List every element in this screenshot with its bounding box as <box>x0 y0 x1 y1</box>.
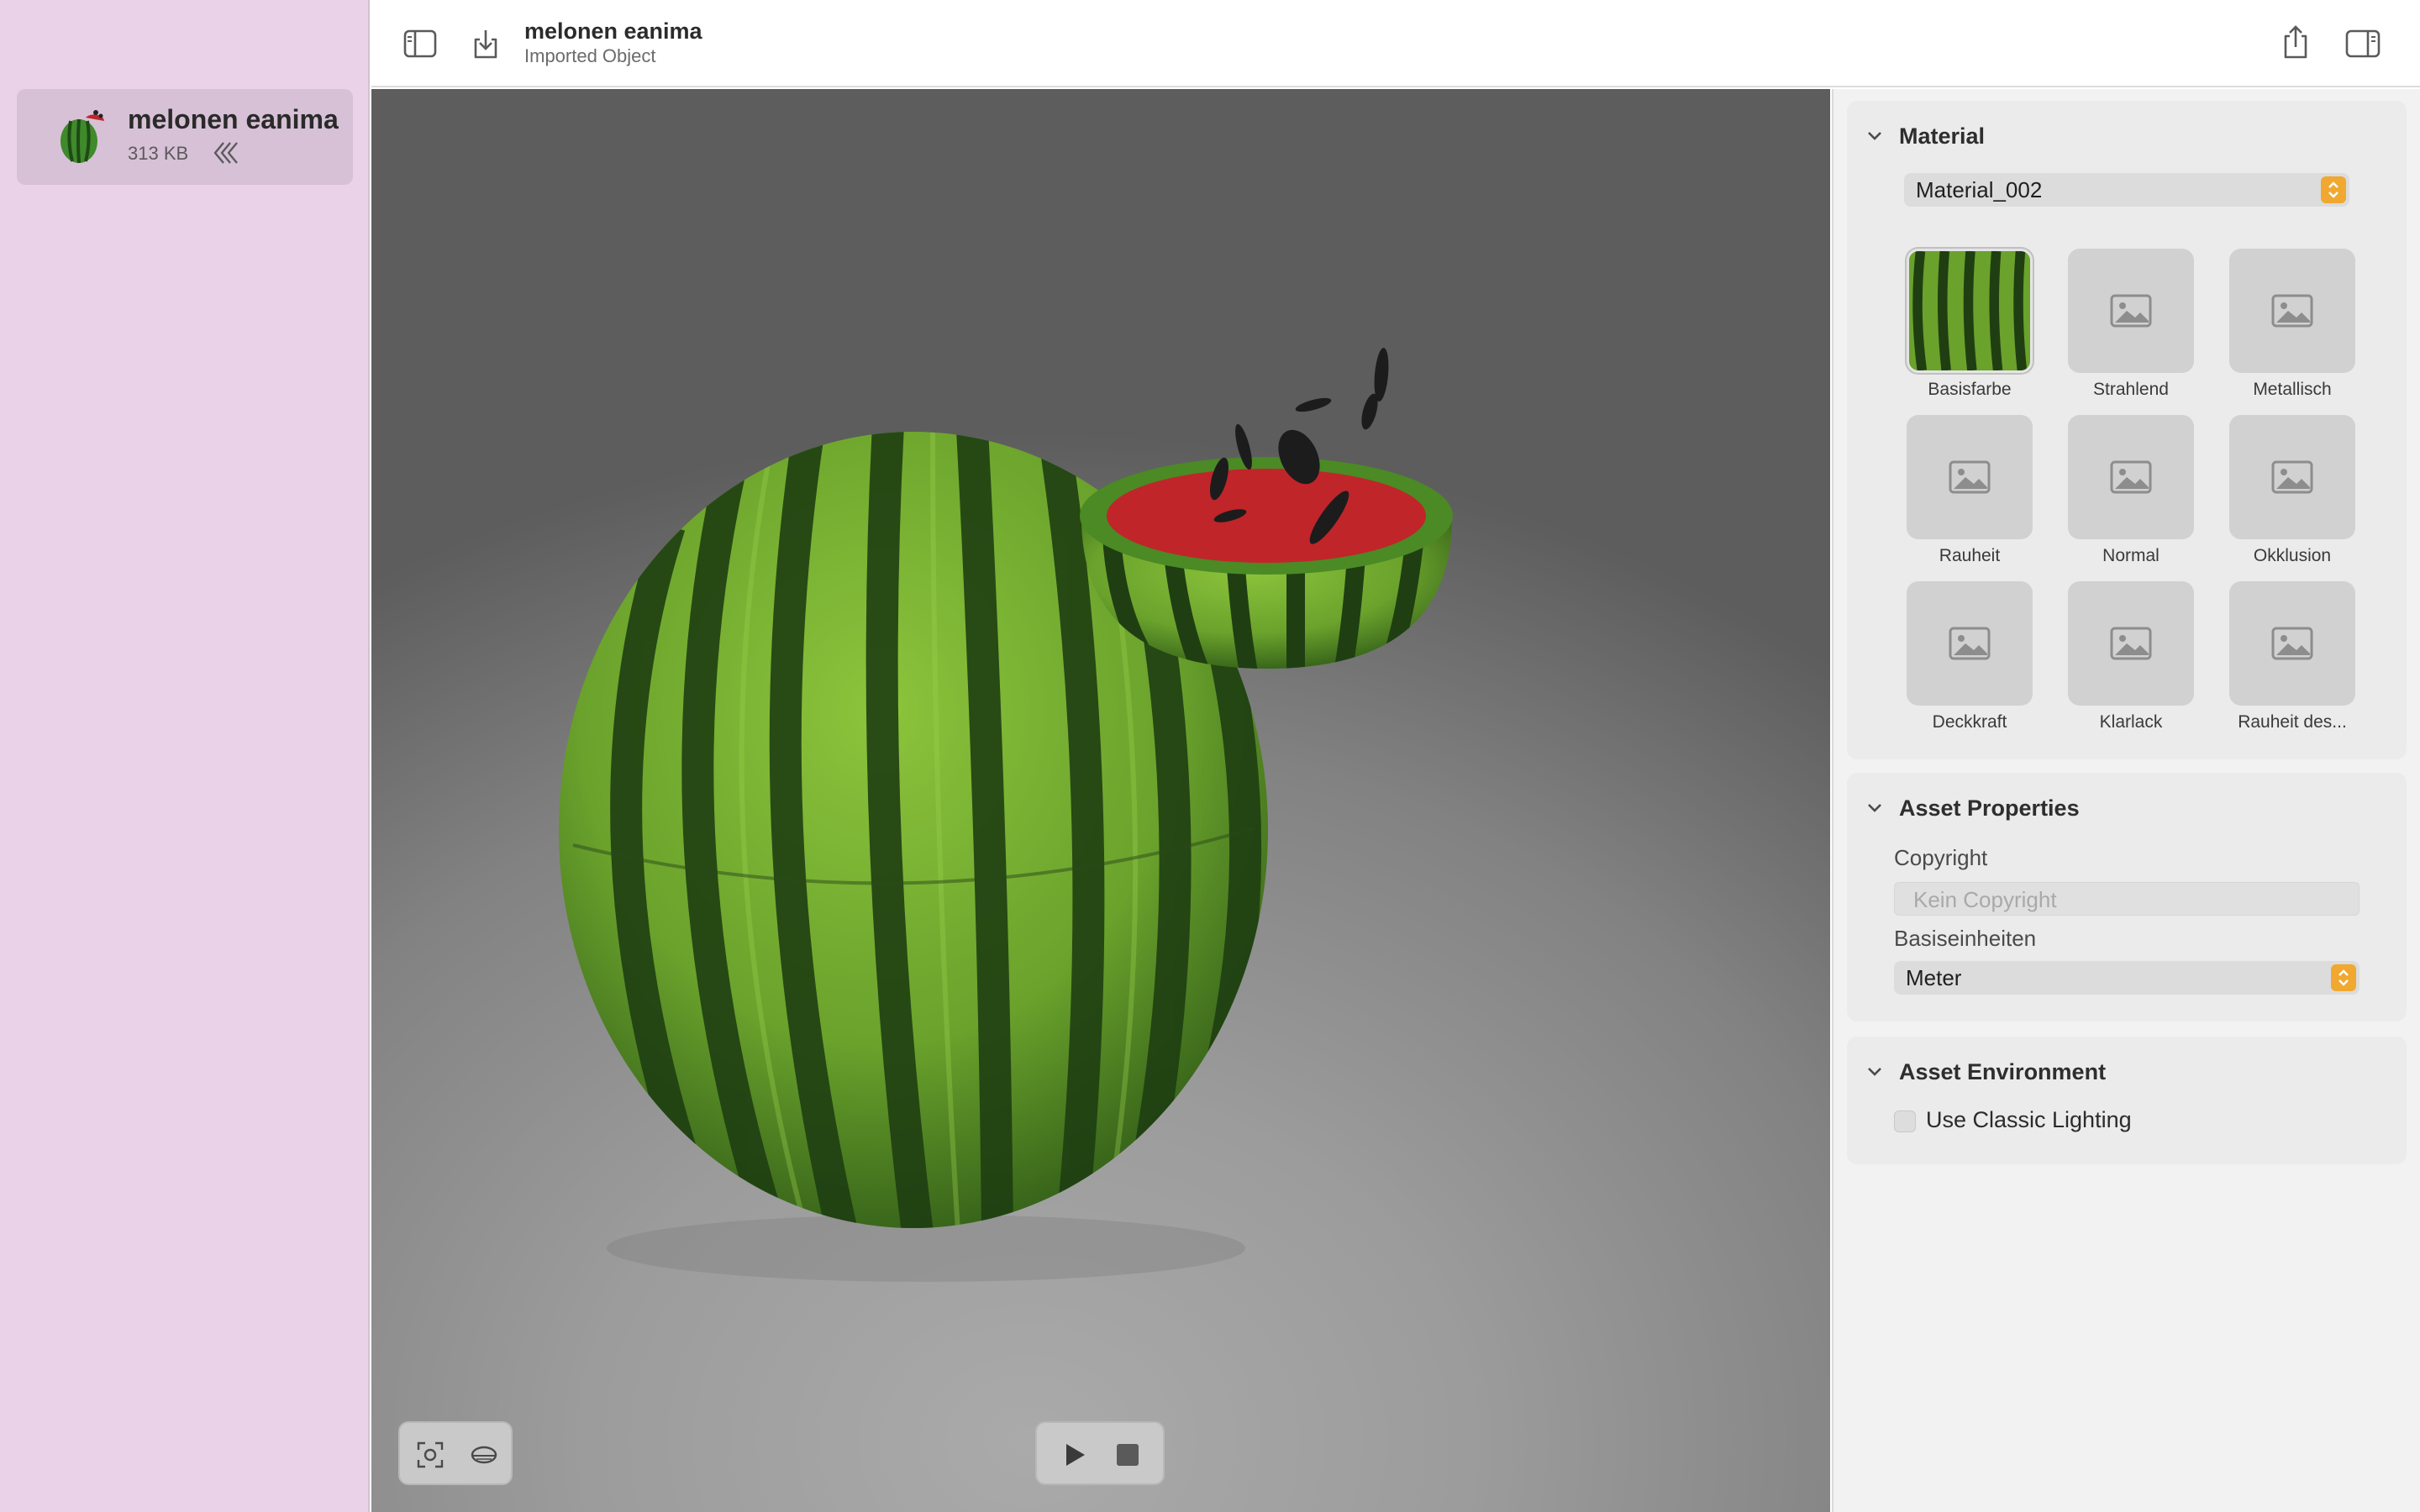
texture-slot-klarlack-rauheit[interactable]: Rauheit des... <box>2217 581 2368 741</box>
texture-slot-klarlack[interactable]: Klarlack <box>2055 581 2207 741</box>
texture-label: Okklusion <box>2253 546 2332 565</box>
material-select-value: Material_002 <box>1916 177 2043 202</box>
reality-file-icon <box>213 142 238 164</box>
texture-label: Klarlack <box>2099 712 2163 732</box>
asset-properties-header[interactable]: Asset Properties <box>1865 791 2080 825</box>
texture-slot-okklusion[interactable]: Okklusion <box>2217 415 2368 575</box>
texture-thumbnail <box>2229 581 2355 706</box>
texture-label: Metallisch <box>2253 380 2332 399</box>
photo-placeholder-icon <box>2271 627 2313 660</box>
material-panel: Material Material_002 Basisfarbe Strahle… <box>1847 101 2407 759</box>
classic-lighting-checkbox[interactable] <box>1894 1110 1916 1132</box>
inspector-panel: Material Material_002 Basisfarbe Strahle… <box>1832 89 2420 1512</box>
texture-label: Rauheit des... <box>2238 712 2347 732</box>
download-tray-icon <box>474 30 497 59</box>
watermelon-thumbnail-icon <box>60 110 104 164</box>
watermelon-model <box>559 348 1453 1282</box>
texture-thumbnail <box>2229 415 2355 539</box>
asset-environment-title: Asset Environment <box>1899 1058 2107 1084</box>
units-label: Basiseinheiten <box>1894 926 2037 951</box>
texture-slot-normal[interactable]: Normal <box>2055 415 2207 575</box>
stepper-icon <box>2331 964 2356 991</box>
frame-viewport-icon <box>417 1441 444 1468</box>
photo-placeholder-icon <box>2271 294 2313 328</box>
classic-lighting-label[interactable]: Use Classic Lighting <box>1926 1107 2132 1133</box>
texture-grid: Basisfarbe Strahlend Metallisch Rauheit <box>1894 249 2365 753</box>
material-select[interactable]: Material_002 <box>1904 173 2349 207</box>
play-icon <box>1066 1444 1085 1466</box>
sidebar-left-icon <box>403 29 437 58</box>
texture-slot-metallisch[interactable]: Metallisch <box>2217 249 2368 408</box>
texture-thumbnail <box>1907 581 2033 706</box>
texture-thumbnail <box>1907 249 2033 373</box>
texture-label: Deckkraft <box>1932 712 2007 732</box>
texture-thumbnail <box>1907 415 2033 539</box>
document-title: melonen eanima <box>524 18 702 44</box>
texture-thumbnail <box>2068 249 2194 373</box>
asset-environment-panel: Asset Environment Use Classic Lighting <box>1847 1037 2407 1164</box>
share-button[interactable] <box>2272 18 2319 66</box>
copyright-field[interactable]: Kein Copyright <box>1894 882 2360 916</box>
asset-environment-header[interactable]: Asset Environment <box>1865 1055 2106 1089</box>
sidebar-right-icon <box>2345 29 2381 58</box>
texture-label: Rauheit <box>1939 546 2001 565</box>
chevron-down-icon <box>1868 1068 1881 1076</box>
play-button[interactable] <box>1052 1433 1096 1477</box>
animation-controls <box>1035 1421 1165 1485</box>
toggle-sidebar-button[interactable] <box>397 20 444 67</box>
photo-placeholder-icon <box>1949 460 1991 494</box>
photo-placeholder-icon <box>2110 294 2152 328</box>
material-header[interactable]: Material <box>1865 119 1985 153</box>
viewport-controls <box>398 1421 513 1485</box>
share-icon <box>2284 25 2307 59</box>
material-title: Material <box>1899 123 1986 149</box>
texture-label: Strahlend <box>2093 380 2169 399</box>
asset-properties-panel: Asset Properties Copyright Kein Copyrigh… <box>1847 773 2407 1021</box>
photo-placeholder-icon <box>2271 460 2313 494</box>
texture-label: Basisfarbe <box>1928 380 2012 399</box>
3d-viewport[interactable] <box>371 89 1830 1512</box>
units-select-value: Meter <box>1906 965 1962 990</box>
chevron-down-icon <box>1868 804 1881 812</box>
texture-slot-deckkraft[interactable]: Deckkraft <box>1894 581 2045 741</box>
frame-object-button[interactable] <box>408 1433 452 1477</box>
import-button[interactable] <box>462 20 509 67</box>
sidebar: melonen eanima 313 KB <box>0 0 370 1512</box>
file-list-item[interactable]: melonen eanima 313 KB <box>17 89 353 185</box>
photo-placeholder-icon <box>2110 460 2152 494</box>
toggle-inspector-button[interactable] <box>2339 20 2386 67</box>
stepper-icon <box>2321 176 2346 203</box>
stop-button[interactable] <box>1106 1433 1150 1477</box>
stop-icon <box>1117 1444 1139 1466</box>
ground-plane-button[interactable] <box>462 1433 506 1477</box>
texture-thumbnail <box>2229 249 2355 373</box>
texture-label: Normal <box>2102 546 2160 565</box>
ground-plane-icon <box>471 1446 497 1464</box>
texture-slot-strahlend[interactable]: Strahlend <box>2055 249 2207 408</box>
texture-thumbnail <box>2068 415 2194 539</box>
file-size: 313 KB <box>128 143 189 164</box>
asset-properties-title: Asset Properties <box>1899 795 2080 821</box>
texture-slot-rauheit[interactable]: Rauheit <box>1894 415 2045 575</box>
chevron-down-icon <box>1868 132 1881 140</box>
toolbar: melonen eanima Imported Object <box>371 0 2420 87</box>
photo-placeholder-icon <box>2110 627 2152 660</box>
units-select[interactable]: Meter <box>1894 961 2360 995</box>
texture-thumbnail <box>2068 581 2194 706</box>
watermelon-texture-icon <box>1909 251 2030 370</box>
photo-placeholder-icon <box>1949 627 1991 660</box>
document-subtitle: Imported Object <box>524 45 656 66</box>
texture-slot-basisfarbe[interactable]: Basisfarbe <box>1894 249 2045 408</box>
file-name: melonen eanima <box>128 104 339 134</box>
copyright-label: Copyright <box>1894 845 1988 870</box>
